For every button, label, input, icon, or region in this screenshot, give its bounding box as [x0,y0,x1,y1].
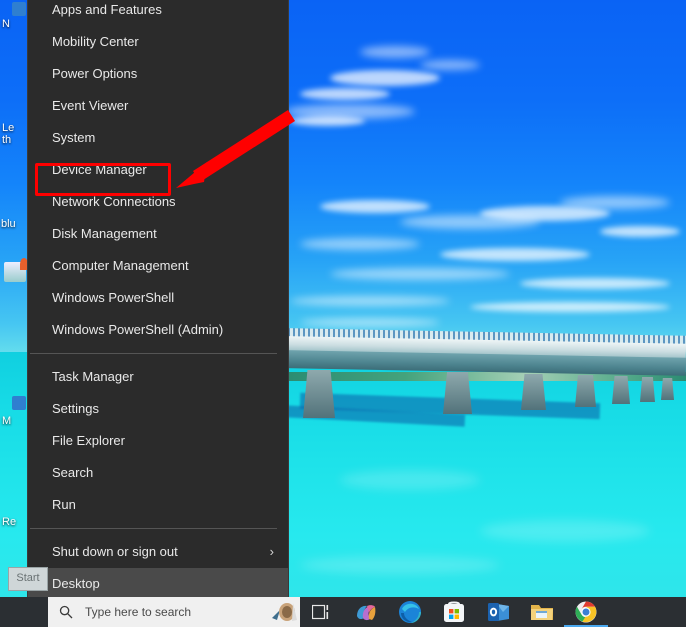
menu-item-event-viewer[interactable]: Event Viewer [28,90,288,122]
menu-item-label: Computer Management [52,258,189,273]
task-view-button[interactable] [300,597,344,627]
annotation-highlight-box [35,163,171,196]
search-input[interactable]: Type here to search [48,597,300,627]
menu-item-run[interactable]: Run [28,489,288,521]
menu-item-computer-management[interactable]: Computer Management [28,250,288,282]
desktop-icon-label: th [2,134,12,146]
menu-item-label: Windows PowerShell [52,290,175,305]
desktop-icon-glyph[interactable] [12,2,26,16]
menu-item-system[interactable]: System [28,122,288,154]
screen: N Le th blu M Re Apps and Features Mobili… [0,0,686,627]
menu-item-label: Run [52,497,76,512]
menu-item-power-options[interactable]: Power Options [28,58,288,90]
start-tooltip: Start [8,567,48,591]
menu-item-label: File Explorer [52,433,125,448]
desktop-icon-label: Re [2,516,17,528]
menu-item-desktop[interactable]: Desktop [28,568,288,600]
menu-item-label: Mobility Center [52,34,139,49]
menu-item-windows-powershell[interactable]: Windows PowerShell [28,282,288,314]
menu-item-label: System [52,130,96,145]
copilot-icon[interactable] [344,597,388,627]
menu-item-label: Task Manager [52,369,134,384]
menu-item-label: Desktop [52,576,100,591]
desktop-icon-label: blu [1,218,16,230]
menu-item-search[interactable]: Search [28,457,288,489]
microsoft-store-icon[interactable] [432,597,476,627]
menu-separator [30,528,277,529]
desktop-icon-label: Le [2,122,15,134]
edge-icon[interactable] [388,597,432,627]
menu-item-disk-management[interactable]: Disk Management [28,218,288,250]
menu-item-label: Disk Management [52,226,157,241]
search-placeholder: Type here to search [85,605,192,619]
taskbar-icons [300,597,608,627]
menu-item-file-explorer[interactable]: File Explorer [28,425,288,457]
desktop-icon-label: N [2,18,10,30]
menu-item-task-manager[interactable]: Task Manager [28,361,288,393]
menu-item-label: Network Connections [52,194,176,209]
search-icon [59,605,73,619]
menu-item-windows-powershell-admin[interactable]: Windows PowerShell (Admin) [28,314,288,346]
menu-item-apps-and-features[interactable]: Apps and Features [28,0,288,26]
chevron-right-icon: › [269,544,274,559]
file-explorer-icon[interactable] [520,597,564,627]
menu-item-label: Event Viewer [52,98,129,113]
start-button[interactable] [6,597,46,627]
menu-item-label: Search [52,465,94,480]
outlook-icon[interactable] [476,597,520,627]
menu-item-mobility-center[interactable]: Mobility Center [28,26,288,58]
menu-item-label: Power Options [52,66,138,81]
winx-power-user-menu[interactable]: Apps and Features Mobility Center Power Op… [28,0,288,600]
menu-item-label: Apps and Features [52,2,162,17]
desktop-icon-glyph[interactable] [12,396,26,410]
desktop-icon-label: M [2,415,12,427]
menu-item-label: Windows PowerShell (Admin) [52,322,224,337]
menu-item-label: Shut down or sign out [52,544,178,559]
desktop-icon-glyph[interactable] [20,258,28,270]
menu-item-settings[interactable]: Settings [28,393,288,425]
menu-item-shut-down-or-sign-out[interactable]: Shut down or sign out › [28,536,288,568]
menu-item-label: Settings [52,401,99,416]
chrome-icon[interactable] [564,597,608,627]
cortana-icon[interactable] [268,598,298,626]
menu-separator [30,353,277,354]
